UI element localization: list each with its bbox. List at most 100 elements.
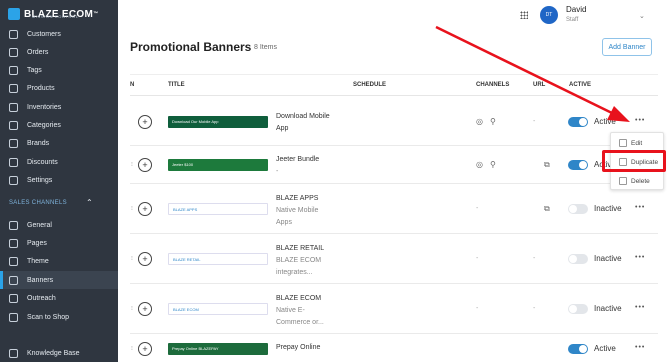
- sidebar-item-label: Outreach: [27, 294, 56, 302]
- sidebar-item-label: General: [27, 221, 52, 229]
- apps-grid-icon[interactable]: [520, 11, 528, 19]
- bell-icon: [9, 293, 18, 303]
- table-row[interactable]: ⁝ + Prepay Online BLAZEPAY Prepay Online Act…: [130, 334, 658, 362]
- page-icon: [9, 238, 18, 248]
- box-icon: [9, 83, 18, 93]
- user-name[interactable]: David: [566, 5, 586, 14]
- active-toggle[interactable]: [568, 117, 588, 127]
- url-value: -: [533, 118, 536, 125]
- expand-plus-icon[interactable]: +: [138, 202, 152, 216]
- sidebar-item-brands[interactable]: Brands: [0, 134, 118, 152]
- active-toggle[interactable]: [568, 160, 588, 170]
- more-actions-icon[interactable]: •••: [635, 304, 645, 311]
- col-title[interactable]: TITLE: [168, 82, 185, 88]
- banner-subtitle: integrates...: [276, 269, 313, 276]
- banner-thumbnail[interactable]: BLAZE ECOM: [168, 303, 268, 315]
- menu-item-label: Delete: [631, 177, 650, 185]
- expand-plus-icon[interactable]: +: [138, 158, 152, 172]
- external-link-icon[interactable]: ⧉: [544, 204, 550, 214]
- table-row[interactable]: ⁝ + BLAZE APPS BLAZE APPS Native Mobile Apps -…: [130, 184, 658, 234]
- sidebar-item-scan-to-shop[interactable]: Scan to Shop: [0, 308, 118, 326]
- sidebar-item-label: Banners: [27, 276, 54, 284]
- sidebar-item-label: Theme: [27, 257, 49, 265]
- chevron-down-icon[interactable]: ⌄: [639, 12, 645, 20]
- more-actions-icon[interactable]: •••: [635, 117, 645, 124]
- banner-subtitle: -: [276, 168, 279, 175]
- banner-thumbnail[interactable]: Download Our Mobile App: [168, 116, 268, 128]
- sidebar-item-general[interactable]: General: [0, 216, 118, 234]
- sidebar-item-discounts[interactable]: Discounts: [0, 153, 118, 171]
- col-url[interactable]: URL: [533, 82, 545, 88]
- chevron-up-icon[interactable]: ⌃: [86, 198, 93, 207]
- sidebar-item-settings[interactable]: Settings: [0, 171, 118, 189]
- badge-icon: [9, 138, 18, 148]
- banner-title: BLAZE APPS: [276, 195, 319, 202]
- expand-plus-icon[interactable]: +: [138, 115, 152, 129]
- menu-item-delete[interactable]: Delete: [611, 172, 665, 190]
- main-content: DT David Staff ⌄ Promotional Banners 8 I…: [118, 0, 670, 362]
- more-actions-icon[interactable]: •••: [635, 204, 645, 211]
- active-toggle[interactable]: [568, 344, 588, 354]
- table-row[interactable]: + Download Our Mobile App Download Mobile A…: [130, 97, 658, 146]
- sidebar-item-label: Scan to Shop: [27, 313, 70, 321]
- sidebar-item-outreach[interactable]: Outreach: [0, 289, 118, 307]
- expand-plus-icon[interactable]: +: [138, 302, 152, 316]
- active-toggle[interactable]: [568, 304, 588, 314]
- blaze-logo-icon: [8, 8, 20, 20]
- col-active[interactable]: ACTIVE: [569, 82, 591, 88]
- sidebar-item-orders[interactable]: Orders: [0, 43, 118, 61]
- drag-handle-icon[interactable]: ⁝: [131, 161, 133, 168]
- expand-plus-icon[interactable]: +: [138, 342, 152, 356]
- external-link-icon[interactable]: ⧉: [544, 160, 550, 170]
- avatar[interactable]: DT: [540, 6, 558, 24]
- banner-thumbnail[interactable]: BLAZE APPS: [168, 203, 268, 215]
- active-toggle[interactable]: [568, 204, 588, 214]
- banner-subtitle: Apps: [276, 219, 292, 226]
- sidebar-item-knowledge-base[interactable]: Knowledge Base: [0, 344, 118, 362]
- col-n[interactable]: N: [130, 82, 134, 88]
- sidebar-item-banners[interactable]: Banners: [0, 271, 118, 289]
- trash-icon: [619, 177, 627, 185]
- sidebar-item-label: Inventories: [27, 103, 62, 111]
- banner-thumbnail[interactable]: Prepay Online BLAZEPAY: [168, 343, 268, 355]
- sidebar-item-customers[interactable]: Customers: [0, 25, 118, 43]
- drag-handle-icon[interactable]: ⁝: [131, 305, 133, 312]
- table-row[interactable]: ⁝ + BLAZE RETAIL BLAZE RETAIL BLAZE ECOM inte…: [130, 234, 658, 284]
- more-actions-icon[interactable]: •••: [635, 254, 645, 261]
- banner-title: BLAZE ECOM: [276, 295, 322, 302]
- banner-thumbnail[interactable]: BLAZE RETAIL: [168, 253, 268, 265]
- schedule-value: -: [476, 205, 479, 212]
- table-row[interactable]: ⁝+Jeeter $100Jeeter Bundle-◎⚲⧉Active•••: [130, 146, 658, 184]
- more-actions-icon[interactable]: •••: [635, 344, 645, 351]
- sidebar-item-inventories[interactable]: Inventories: [0, 98, 118, 116]
- expand-plus-icon[interactable]: +: [138, 252, 152, 266]
- sidebar-item-theme[interactable]: Theme: [0, 252, 118, 270]
- sidebar-item-tags[interactable]: Tags: [0, 61, 118, 79]
- add-banner-button[interactable]: Add Banner: [602, 38, 652, 56]
- col-schedule[interactable]: SCHEDULE: [353, 82, 386, 88]
- sales-channels-label: SALES CHANNELS: [9, 200, 67, 206]
- drag-handle-icon[interactable]: ⁝: [131, 205, 133, 212]
- sidebar-item-products[interactable]: Products: [0, 79, 118, 97]
- book-icon: [9, 348, 18, 358]
- building-icon: [9, 220, 18, 230]
- banner-subtitle: BLAZE ECOM: [276, 257, 322, 264]
- drag-handle-icon[interactable]: ⁝: [131, 345, 133, 352]
- col-channels[interactable]: CHANNELS: [476, 82, 509, 88]
- banner-title: Prepay Online: [276, 344, 321, 351]
- schedule-value: -: [476, 305, 479, 312]
- sidebar-item-label: Pages: [27, 239, 47, 247]
- toggle-knob: [569, 305, 577, 313]
- sidebar-item-pages[interactable]: Pages: [0, 234, 118, 252]
- toggle-knob: [569, 205, 577, 213]
- drag-handle-icon[interactable]: ⁝: [131, 255, 133, 262]
- active-toggle[interactable]: [568, 254, 588, 264]
- status-label: Inactive: [594, 204, 622, 213]
- sidebar-item-label: Customers: [27, 30, 61, 38]
- table-row[interactable]: ⁝ + BLAZE ECOM BLAZE ECOM Native E- Commerce …: [130, 284, 658, 334]
- banner-thumbnail[interactable]: Jeeter $100: [168, 159, 268, 171]
- thumbnail-text: Jeeter $100: [172, 162, 194, 167]
- edit-icon: [619, 139, 627, 147]
- sidebar-item-categories[interactable]: Categories: [0, 116, 118, 134]
- sidebar-item-label: Brands: [27, 139, 50, 147]
